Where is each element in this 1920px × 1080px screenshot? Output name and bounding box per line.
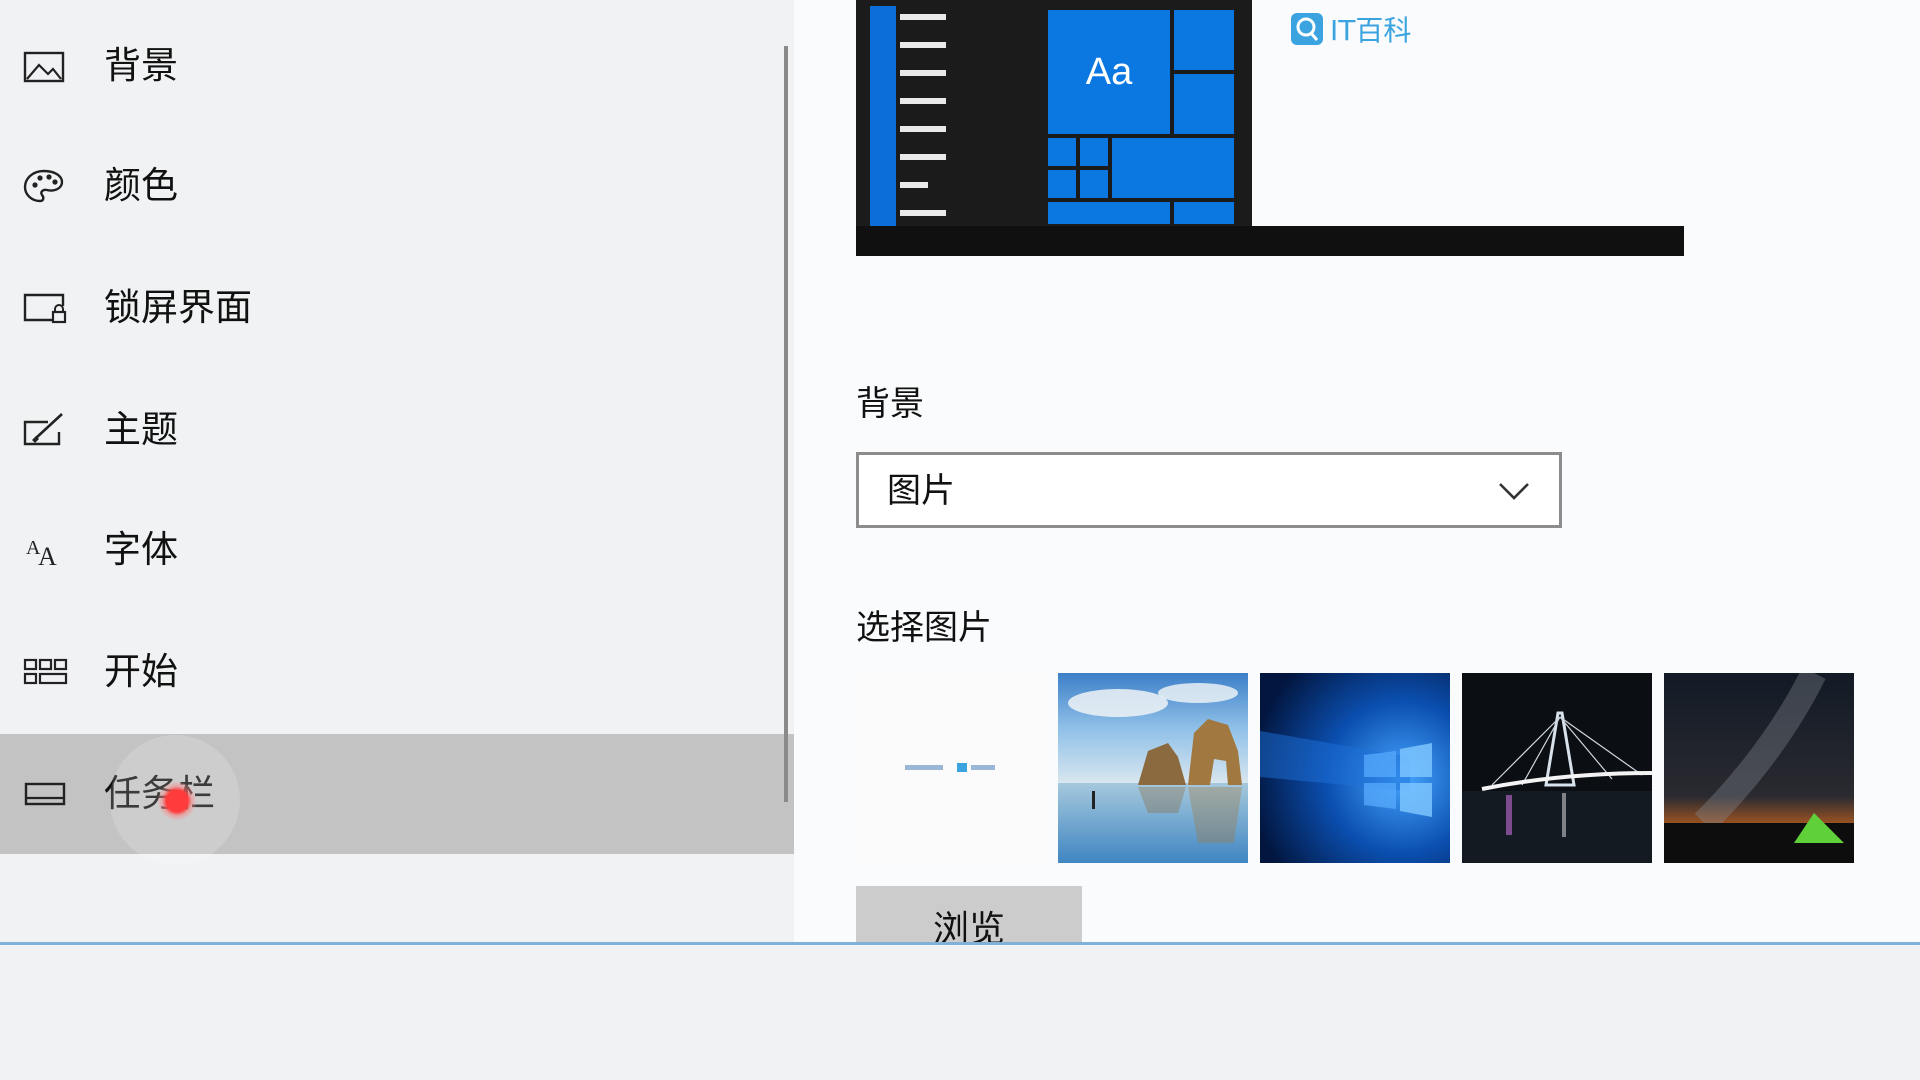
sidebar-item-fonts[interactable]: AA 字体	[0, 490, 794, 610]
theme-preview: Aa	[856, 0, 1684, 256]
sidebar-item-colors[interactable]: 颜色	[0, 126, 794, 246]
sidebar-item-start[interactable]: 开始	[0, 612, 794, 732]
background-label: 背景	[856, 384, 924, 424]
preview-menu-line	[900, 182, 928, 188]
blank-thumbnail-graphic	[905, 763, 995, 772]
svg-text:A: A	[38, 542, 57, 568]
sidebar-item-background[interactable]: 背景	[0, 6, 794, 126]
preview-tile	[1172, 8, 1236, 72]
sidebar-item-lock-screen[interactable]: 锁屏界面	[0, 248, 794, 368]
picture-thumbnail-beach[interactable]	[1058, 673, 1248, 863]
preview-taskbar	[856, 226, 1684, 256]
preview-tile	[1078, 168, 1110, 200]
browse-button-label: 浏览	[932, 909, 1005, 944]
preview-menu-line	[900, 98, 946, 104]
preview-tile-large: Aa	[1046, 8, 1172, 136]
preview-tile	[1078, 136, 1110, 168]
palette-icon	[22, 168, 68, 204]
picture-thumbnail-windows[interactable]	[1260, 673, 1450, 863]
chevron-down-icon	[1499, 483, 1529, 500]
search-logo-icon	[1291, 13, 1323, 45]
sidebar-item-label: 字体	[104, 528, 178, 571]
sidebar-item-label: 背景	[104, 44, 178, 87]
start-grid-icon	[22, 654, 68, 690]
preview-tile	[1046, 136, 1078, 168]
watermark: IT百科	[1290, 4, 1411, 54]
mouse-cursor-indicator	[158, 782, 196, 820]
preview-menu-line	[900, 154, 946, 160]
lock-screen-icon	[22, 290, 68, 326]
sidebar-item-label: 主题	[104, 408, 178, 451]
preview-menu-line	[900, 70, 946, 76]
background-select[interactable]: 图片	[856, 452, 1562, 528]
preview-menu-line	[900, 126, 946, 132]
sidebar: 背景 颜色 锁屏界面 主题 AA 字体 开始	[0, 0, 794, 944]
preview-menu-line	[900, 42, 946, 48]
preview-tile	[1172, 200, 1236, 226]
taskbar-icon	[22, 776, 68, 812]
font-icon: AA	[22, 532, 68, 568]
preview-tile	[1046, 168, 1078, 200]
picture-icon	[22, 48, 68, 84]
preview-start-menu: Aa	[856, 0, 1252, 226]
settings-window: 背景 颜色 锁屏界面 主题 AA 字体 开始 Aa IT百科 背景 图片 选择图…	[0, 0, 1920, 944]
preview-tile	[1110, 136, 1236, 200]
sidebar-item-themes[interactable]: 主题	[0, 370, 794, 490]
preview-tile	[1172, 72, 1236, 136]
picture-thumbnail-bridge[interactable]	[1462, 673, 1652, 863]
sidebar-item-label: 开始	[104, 650, 178, 693]
watermark-text: IT百科	[1330, 14, 1412, 47]
sidebar-item-label: 颜色	[104, 164, 178, 207]
theme-brush-icon	[22, 412, 68, 448]
choose-picture-label: 选择图片	[856, 608, 992, 648]
browse-button[interactable]: 浏览	[856, 886, 1082, 944]
background-select-value: 图片	[887, 471, 955, 511]
preview-tiles: Aa	[1046, 8, 1244, 226]
sidebar-item-label: 锁屏界面	[104, 286, 252, 329]
sidebar-scrollbar[interactable]	[784, 46, 788, 802]
preview-menu-line	[900, 14, 946, 20]
preview-tile	[1046, 200, 1172, 226]
preview-menu-line	[900, 210, 946, 216]
preview-app-strip	[870, 6, 896, 226]
desktop-area	[0, 945, 1920, 1080]
picture-thumbnail-blank[interactable]	[856, 673, 1046, 863]
picture-thumbnail-milky-way[interactable]	[1664, 673, 1854, 863]
